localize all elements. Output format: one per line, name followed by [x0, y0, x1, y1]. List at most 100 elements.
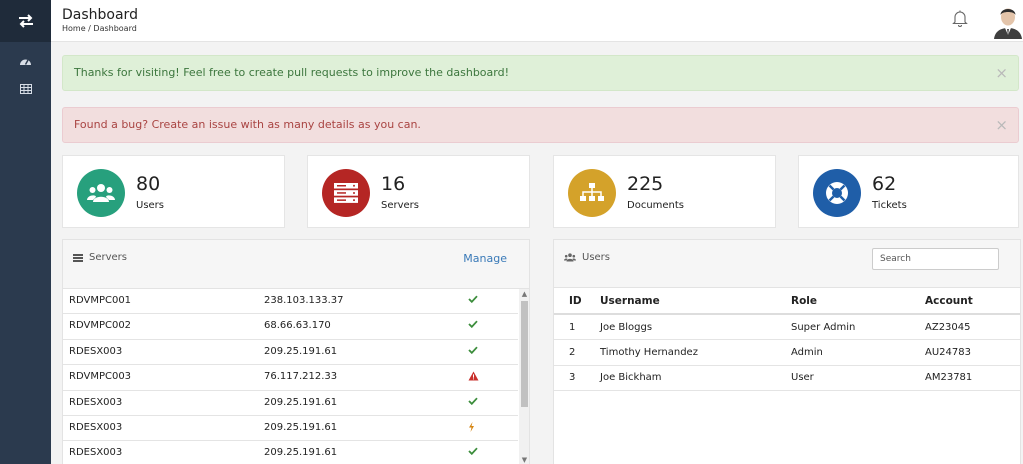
table-icon	[19, 84, 32, 94]
stat-value: 80	[136, 173, 161, 195]
danger-alert: Found a bug? Create an issue with as man…	[62, 107, 1019, 143]
column-header-role[interactable]: Role	[791, 289, 925, 315]
close-icon[interactable]: ×	[995, 56, 1008, 90]
user-username: Timothy Hernandez	[600, 339, 791, 366]
sidebar	[0, 0, 51, 464]
table-header-row: ID Username Role Account	[554, 289, 1020, 315]
check-icon	[468, 447, 478, 458]
servers-scrollbar[interactable]: ▲ ▼	[519, 289, 529, 464]
table-row[interactable]: 2 Timothy Hernandez Admin AU24783	[554, 339, 1020, 366]
stat-card-documents: 225 Documents	[553, 155, 776, 228]
success-alert-text: Thanks for visiting! Feel free to create…	[74, 66, 509, 79]
user-username: Joe Bickham	[600, 365, 791, 391]
column-header-id[interactable]: ID	[554, 289, 600, 315]
check-icon	[468, 295, 478, 306]
server-name: RDESX003	[69, 447, 123, 459]
sidebar-item-dashboard[interactable]	[0, 47, 51, 75]
user-id: 2	[554, 339, 600, 366]
servers-panel-title: Servers	[89, 252, 128, 263]
notification-button[interactable]	[952, 9, 968, 30]
scroll-thumb[interactable]	[521, 301, 528, 407]
search-input[interactable]	[872, 248, 999, 270]
check-icon	[468, 397, 478, 408]
table-row[interactable]: RDESX003 209.25.191.61	[63, 391, 518, 416]
scroll-down-arrow-icon[interactable]: ▼	[519, 455, 529, 464]
server-ip: 238.103.133.37	[264, 295, 344, 306]
users-panel: Users ID Username Role Account 1Joe Blog…	[553, 239, 1021, 464]
table-row[interactable]: RDVMPC003 76.117.212.33	[63, 365, 518, 391]
bell-icon	[952, 10, 968, 27]
servers-panel-header: Servers Manage	[63, 240, 529, 289]
check-icon	[468, 346, 478, 357]
column-header-account[interactable]: Account	[925, 289, 1020, 315]
users-panel-header: Users	[554, 240, 1020, 288]
lifebuoy-icon	[813, 169, 861, 217]
users-icon	[77, 169, 125, 217]
user-role: Admin	[791, 339, 925, 366]
servers-panel: Servers Manage RDVMPC001 238.103.133.37 RD…	[62, 239, 530, 464]
users-panel-title: Users	[582, 252, 611, 263]
stat-label: Tickets	[872, 200, 907, 211]
server-name: RDVMPC001	[69, 295, 132, 306]
sitemap-icon	[568, 169, 616, 217]
stat-value: 16	[381, 173, 406, 195]
user-role: User	[791, 365, 925, 391]
stat-label: Users	[136, 200, 165, 211]
server-name: RDESX003	[69, 421, 123, 433]
bolt-icon	[468, 421, 475, 435]
avatar[interactable]	[992, 3, 1023, 39]
server-ip: 209.25.191.61	[264, 396, 338, 408]
table-row[interactable]: RDVMPC002 68.66.63.170	[63, 314, 518, 340]
stat-value: 225	[627, 173, 664, 195]
stat-card-tickets: 62 Tickets	[798, 155, 1019, 228]
server-ip: 68.66.63.170	[264, 320, 331, 332]
exchange-icon	[18, 14, 33, 28]
server-name: RDVMPC002	[69, 320, 132, 332]
user-role: Super Admin	[791, 314, 925, 340]
servers-list: RDVMPC001 238.103.133.37 RDVMPC002 68.66.63…	[63, 289, 518, 464]
table-row[interactable]: RDVMPC001 238.103.133.37	[63, 289, 518, 315]
dashboard-icon	[20, 59, 31, 65]
user-id: 3	[554, 365, 600, 391]
table-row[interactable]: 1 Joe Bloggs Super Admin AZ23045	[554, 314, 1020, 340]
user-id: 1	[554, 314, 600, 340]
server-name: RDVMPC003	[69, 371, 132, 383]
column-header-username[interactable]: Username	[600, 289, 791, 315]
table-row[interactable]: RDESX003 209.25.191.61	[63, 416, 518, 442]
topbar: Dashboard Home / Dashboard	[51, 0, 1023, 42]
users-table: ID Username Role Account 1 Joe Bloggs Supe…	[554, 289, 1020, 391]
warning-icon	[468, 371, 479, 384]
table-row[interactable]: RDESX003 209.25.191.61	[63, 441, 518, 464]
breadcrumb[interactable]: Home / Dashboard	[62, 24, 137, 33]
sidebar-item-tables[interactable]	[0, 75, 51, 103]
user-username: Joe Bloggs	[600, 314, 791, 340]
manage-link[interactable]: Manage	[463, 252, 507, 265]
server-ip: 209.25.191.61	[264, 421, 338, 433]
scroll-up-arrow-icon[interactable]: ▲	[519, 289, 529, 299]
table-row[interactable]: RDESX003 209.25.191.61	[63, 340, 518, 366]
server-icon	[322, 169, 370, 217]
users-icon	[564, 253, 576, 262]
server-ip: 209.25.191.61	[264, 447, 338, 459]
sidebar-toggle-button[interactable]	[0, 0, 51, 42]
server-name: RDESX003	[69, 345, 123, 357]
stat-value: 62	[872, 173, 897, 195]
page-title: Dashboard	[62, 7, 138, 23]
check-icon	[468, 320, 478, 331]
stat-label: Documents	[627, 200, 685, 211]
danger-alert-text: Found a bug? Create an issue with as man…	[74, 118, 421, 131]
list-icon	[73, 253, 83, 262]
stat-label: Servers	[381, 200, 420, 211]
stat-card-users: 80 Users	[62, 155, 285, 228]
user-account: AM23781	[925, 365, 1020, 391]
server-ip: 76.117.212.33	[264, 371, 338, 383]
user-avatar-icon	[992, 3, 1023, 39]
server-name: RDESX003	[69, 396, 123, 408]
user-account: AZ23045	[925, 314, 1020, 340]
stat-card-servers: 16 Servers	[307, 155, 530, 228]
table-row[interactable]: 3 Joe Bickham User AM23781	[554, 365, 1020, 391]
close-icon[interactable]: ×	[995, 108, 1008, 142]
server-ip: 209.25.191.61	[264, 345, 338, 357]
success-alert: Thanks for visiting! Feel free to create…	[62, 55, 1019, 91]
user-account: AU24783	[925, 339, 1020, 366]
